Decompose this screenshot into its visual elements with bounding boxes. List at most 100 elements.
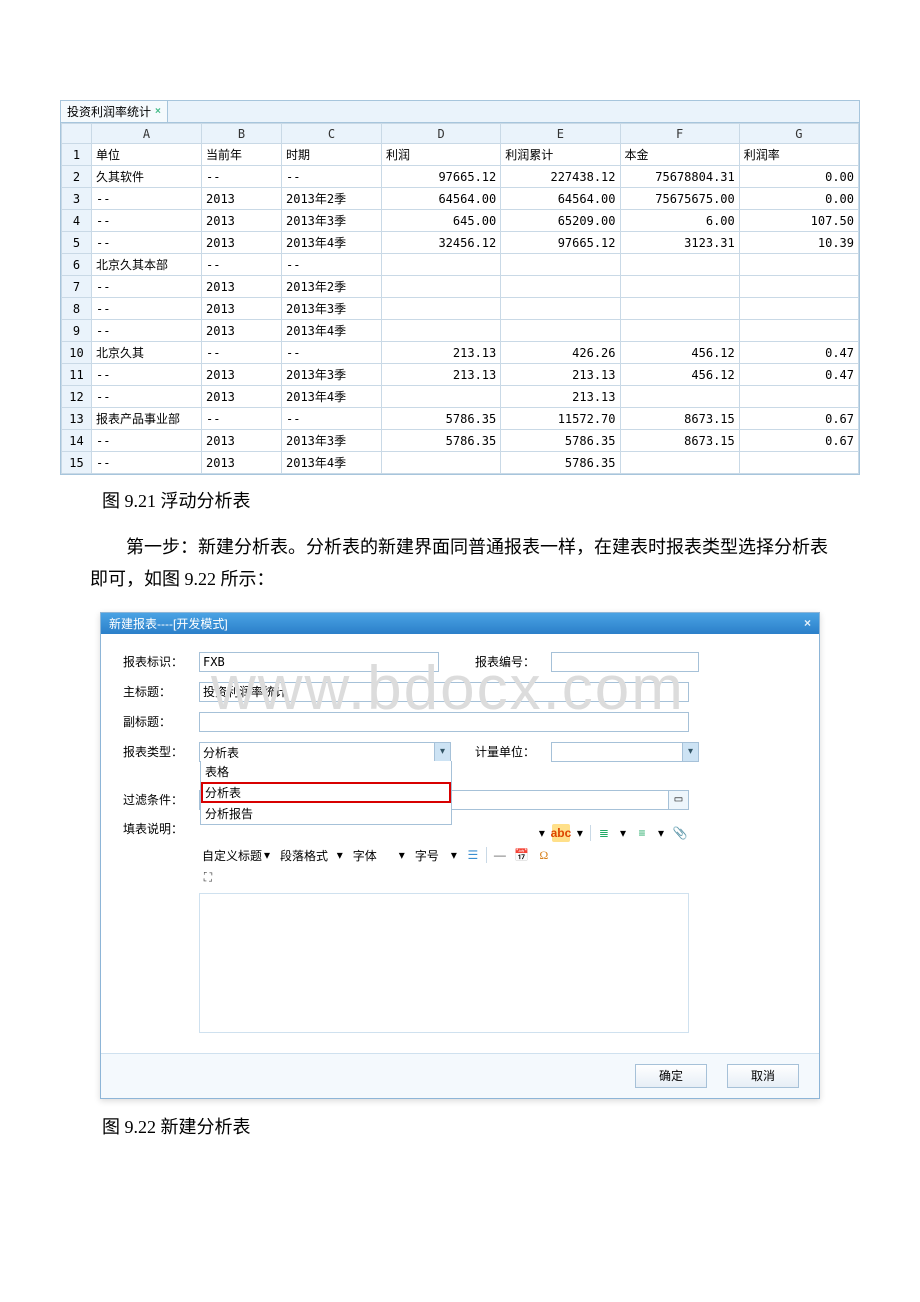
cell[interactable] bbox=[620, 320, 739, 342]
cell[interactable]: 645.00 bbox=[382, 210, 501, 232]
cell[interactable] bbox=[382, 276, 501, 298]
cell[interactable]: 报表产品事业部 bbox=[92, 408, 202, 430]
cell[interactable]: 2013 bbox=[202, 188, 282, 210]
dropdown-size[interactable]: 字号 ▾ bbox=[412, 846, 460, 865]
cell[interactable]: -- bbox=[92, 320, 202, 342]
cell[interactable] bbox=[739, 276, 858, 298]
cell[interactable] bbox=[620, 452, 739, 474]
cell[interactable]: 北京久其本部 bbox=[92, 254, 202, 276]
cell[interactable]: -- bbox=[92, 364, 202, 386]
cell[interactable]: 2013年2季 bbox=[282, 276, 382, 298]
cell[interactable]: 本金 bbox=[620, 144, 739, 166]
cell[interactable]: 久其软件 bbox=[92, 166, 202, 188]
cell[interactable]: 75675675.00 bbox=[620, 188, 739, 210]
cell[interactable]: 5786.35 bbox=[382, 430, 501, 452]
cell[interactable]: 65209.00 bbox=[501, 210, 620, 232]
cell[interactable]: 2013年3季 bbox=[282, 364, 382, 386]
cell[interactable]: 2013年3季 bbox=[282, 210, 382, 232]
cell[interactable]: 213.13 bbox=[382, 364, 501, 386]
cell[interactable]: 0.67 bbox=[739, 430, 858, 452]
cell[interactable]: 2013 bbox=[202, 430, 282, 452]
input-title[interactable] bbox=[199, 682, 689, 702]
cell[interactable]: 2013年4季 bbox=[282, 452, 382, 474]
cell[interactable]: 213.13 bbox=[501, 386, 620, 408]
cell[interactable]: 75678804.31 bbox=[620, 166, 739, 188]
cell[interactable] bbox=[620, 276, 739, 298]
close-icon[interactable]: × bbox=[804, 616, 811, 630]
cell[interactable]: 64564.00 bbox=[501, 188, 620, 210]
close-icon[interactable]: × bbox=[155, 106, 161, 117]
calendar-icon[interactable]: 📅 bbox=[513, 846, 531, 864]
cell[interactable]: 北京久其 bbox=[92, 342, 202, 364]
cell[interactable]: 10.39 bbox=[739, 232, 858, 254]
cell[interactable]: 2013年4季 bbox=[282, 320, 382, 342]
cell[interactable]: 5786.35 bbox=[501, 452, 620, 474]
cell[interactable]: 5786.35 bbox=[382, 408, 501, 430]
insert-object-icon[interactable]: ⛶ bbox=[199, 869, 217, 887]
cell[interactable]: 426.26 bbox=[501, 342, 620, 364]
cell[interactable]: 0.47 bbox=[739, 342, 858, 364]
unordered-list-icon[interactable]: ≡ bbox=[633, 824, 651, 842]
cell[interactable] bbox=[501, 298, 620, 320]
cell[interactable]: 2013 bbox=[202, 210, 282, 232]
cell[interactable]: 8673.15 bbox=[620, 430, 739, 452]
cell[interactable]: -- bbox=[92, 452, 202, 474]
cell[interactable]: -- bbox=[202, 408, 282, 430]
type-option-table[interactable]: 表格 bbox=[201, 761, 451, 782]
cell[interactable] bbox=[501, 320, 620, 342]
cell[interactable]: 32456.12 bbox=[382, 232, 501, 254]
rich-text-area[interactable] bbox=[199, 893, 689, 1033]
cell[interactable] bbox=[382, 386, 501, 408]
cell[interactable] bbox=[739, 254, 858, 276]
align-icon[interactable]: ☰ bbox=[464, 846, 482, 864]
cell[interactable]: 2013 bbox=[202, 452, 282, 474]
cell[interactable]: 64564.00 bbox=[382, 188, 501, 210]
cell[interactable]: 0.00 bbox=[739, 188, 858, 210]
sheet-tab[interactable]: 投资利润率统计 × bbox=[61, 101, 168, 122]
cell[interactable]: 时期 bbox=[282, 144, 382, 166]
cell[interactable]: 5786.35 bbox=[501, 430, 620, 452]
cell[interactable]: 213.13 bbox=[382, 342, 501, 364]
cell[interactable] bbox=[620, 386, 739, 408]
cell[interactable]: 0.00 bbox=[739, 166, 858, 188]
select-report-type[interactable]: 分析表 ▾ 表格 分析表 分析报告 bbox=[199, 742, 451, 762]
cell[interactable]: 单位 bbox=[92, 144, 202, 166]
cell[interactable]: -- bbox=[92, 210, 202, 232]
cell[interactable]: -- bbox=[202, 342, 282, 364]
cell[interactable]: -- bbox=[92, 386, 202, 408]
cell[interactable]: 8673.15 bbox=[620, 408, 739, 430]
cell[interactable] bbox=[739, 452, 858, 474]
cell[interactable] bbox=[382, 298, 501, 320]
cell[interactable] bbox=[620, 298, 739, 320]
cell[interactable]: -- bbox=[92, 276, 202, 298]
select-unit[interactable]: ▾ bbox=[551, 742, 699, 762]
cell[interactable]: 2013年4季 bbox=[282, 232, 382, 254]
cell[interactable]: 97665.12 bbox=[382, 166, 501, 188]
cell[interactable] bbox=[739, 320, 858, 342]
cell[interactable] bbox=[501, 276, 620, 298]
cell[interactable] bbox=[739, 386, 858, 408]
type-option-report[interactable]: 分析报告 bbox=[201, 803, 451, 824]
cell[interactable]: -- bbox=[282, 408, 382, 430]
cell[interactable]: 213.13 bbox=[501, 364, 620, 386]
dropdown-font[interactable]: 字体 ▾ bbox=[350, 846, 408, 865]
cell[interactable]: 2013年3季 bbox=[282, 298, 382, 320]
attachment-icon[interactable]: 📎 bbox=[671, 824, 689, 842]
cell[interactable]: 当前年 bbox=[202, 144, 282, 166]
cell[interactable]: 利润 bbox=[382, 144, 501, 166]
cell[interactable]: -- bbox=[92, 232, 202, 254]
input-subtitle[interactable] bbox=[199, 712, 689, 732]
cell[interactable]: 2013 bbox=[202, 386, 282, 408]
cell[interactable]: 2013 bbox=[202, 232, 282, 254]
input-report-no[interactable] bbox=[551, 652, 699, 672]
cell[interactable]: 0.47 bbox=[739, 364, 858, 386]
input-report-id[interactable] bbox=[199, 652, 439, 672]
cell[interactable]: -- bbox=[202, 254, 282, 276]
cell[interactable]: 2013 bbox=[202, 276, 282, 298]
cell[interactable] bbox=[501, 254, 620, 276]
cell[interactable]: -- bbox=[92, 430, 202, 452]
cell[interactable] bbox=[620, 254, 739, 276]
cell[interactable]: 2013 bbox=[202, 320, 282, 342]
ordered-list-icon[interactable]: ≣ bbox=[595, 824, 613, 842]
cell[interactable]: 2013年4季 bbox=[282, 386, 382, 408]
